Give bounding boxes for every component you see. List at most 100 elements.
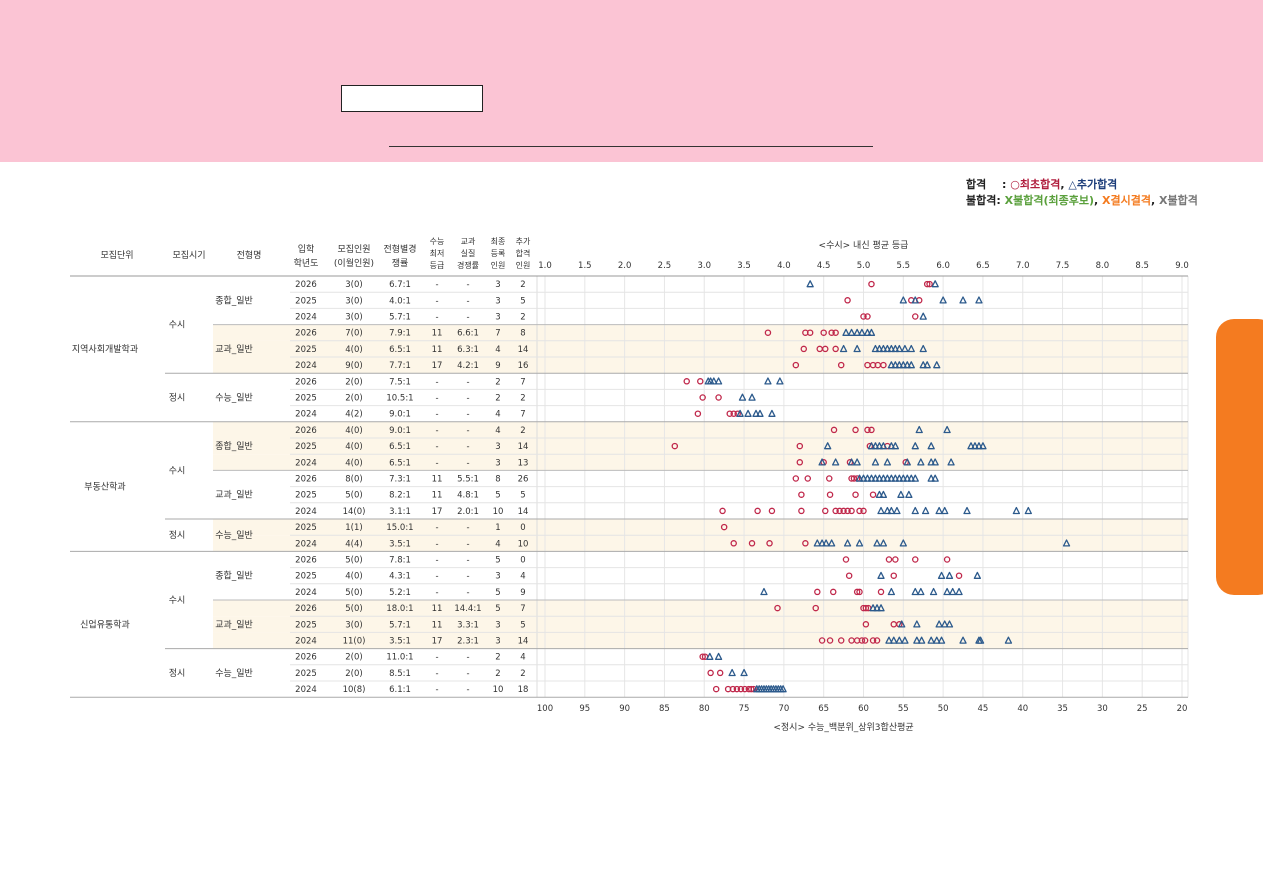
- top-axis-tick: 4.5: [817, 261, 831, 271]
- table-cell: 4.2:1: [457, 361, 479, 371]
- table-cell: 4: [520, 572, 525, 582]
- table-cell: -: [466, 669, 469, 679]
- first-pass-marker: [768, 507, 776, 515]
- table-cell: 7.3:1: [389, 475, 411, 485]
- bottom-axis-tick: 25: [1137, 704, 1148, 714]
- table-cell: 2026: [295, 377, 317, 387]
- added-pass-marker: [744, 409, 752, 417]
- added-pass-marker: [806, 280, 814, 288]
- added-pass-marker: [706, 652, 714, 660]
- table-cell: -: [466, 523, 469, 533]
- table-cell: -: [435, 458, 438, 468]
- first-pass-marker: [798, 507, 805, 515]
- table-cell: 11: [432, 491, 443, 501]
- table-cell: 2024: [295, 410, 317, 420]
- table-cell: 9.0:1: [389, 410, 411, 420]
- table-cell: 2(0): [345, 394, 362, 404]
- table-cell: 2: [495, 377, 500, 387]
- table-cell: 2: [495, 394, 500, 404]
- added-pass-marker: [714, 652, 723, 660]
- track-name: 교과_일반: [215, 619, 253, 630]
- table-cell: -: [435, 588, 438, 598]
- bottom-axis-tick: 60: [858, 704, 869, 714]
- track-name: 수능_일반: [215, 668, 253, 679]
- table-cell: 2024: [295, 685, 317, 695]
- table-cell: 6.7:1: [389, 280, 411, 290]
- table-cell: -: [466, 426, 469, 436]
- added-pass-marker: [728, 668, 736, 677]
- first-pass-marker: [892, 556, 899, 563]
- first-pass-marker: [683, 378, 690, 385]
- added-pass-marker: [748, 393, 756, 401]
- table-cell: 7.5:1: [389, 377, 411, 387]
- table-cell: 2024: [295, 507, 317, 517]
- admission-period: 정시: [169, 393, 186, 404]
- table-cell: 2025: [295, 620, 317, 630]
- table-cell: 2025: [295, 345, 317, 355]
- table-cell: 9: [495, 361, 500, 371]
- first-pass-marker: [955, 572, 963, 579]
- table-cell: 4(2): [345, 410, 362, 420]
- table-cell: 7(0): [345, 329, 362, 339]
- top-axis-tick: 5.5: [897, 261, 911, 271]
- top-axis-tick: 2.0: [618, 261, 632, 271]
- table-cell: 8(0): [345, 475, 362, 485]
- table-cell: 2(0): [345, 377, 362, 387]
- table-cell: -: [435, 523, 438, 533]
- table-cell: 2.0:1: [457, 507, 479, 517]
- column-header: 추가 합격 인원: [516, 237, 531, 270]
- table-cell: 3(0): [345, 313, 362, 323]
- column-header: 모집인원 (이월인원): [334, 243, 374, 269]
- top-axis-tick: 1.5: [578, 261, 592, 271]
- table-cell: 2: [495, 653, 500, 663]
- table-cell: 14: [518, 345, 529, 355]
- column-header: 전형별경 쟁률: [383, 243, 416, 269]
- table-cell: -: [435, 685, 438, 695]
- table-cell: -: [466, 458, 469, 468]
- table-cell: -: [435, 426, 438, 436]
- admission-period: 수시: [169, 595, 186, 606]
- table-cell: 4(0): [345, 442, 362, 452]
- column-header: 전형명: [237, 250, 262, 261]
- added-pass-marker: [764, 377, 772, 385]
- table-cell: -: [466, 539, 469, 549]
- added-pass-marker: [935, 506, 943, 515]
- table-cell: 6.6:1: [457, 329, 479, 339]
- top-axis-tick: 1.0: [538, 261, 552, 271]
- table-cell: 6.3:1: [457, 345, 479, 355]
- bottom-axis-tick: 45: [978, 704, 989, 714]
- first-pass-marker: [842, 556, 850, 563]
- column-header: 교과 실질 경쟁률: [457, 237, 479, 270]
- first-pass-marker: [716, 669, 724, 677]
- top-axis-tick: 3.0: [697, 261, 711, 271]
- table-cell: -: [466, 410, 469, 420]
- added-pass-marker: [760, 587, 768, 596]
- track-name: 수능_일반: [215, 530, 253, 541]
- table-cell: 5: [520, 620, 525, 630]
- table-cell: 4: [495, 345, 500, 355]
- first-pass-marker: [715, 394, 722, 401]
- table-cell: -: [435, 572, 438, 582]
- table-cell: 3: [495, 296, 500, 306]
- top-axis-tick: 6.0: [936, 261, 950, 271]
- added-pass-marker: [877, 506, 885, 515]
- table-cell: 0: [520, 556, 525, 566]
- first-pass-marker: [754, 507, 761, 515]
- first-pass-marker: [845, 572, 853, 579]
- table-cell: 9(0): [345, 361, 362, 371]
- table-cell: 26: [518, 475, 529, 485]
- table-cell: -: [466, 685, 469, 695]
- table-cell: 2026: [295, 475, 317, 485]
- top-axis-tick: 4.0: [777, 261, 791, 271]
- table-cell: 2(0): [345, 653, 362, 663]
- top-axis-title: <수시> 내신 평균 등급: [819, 240, 909, 251]
- added-pass-marker: [941, 506, 949, 515]
- table-cell: 9.0:1: [389, 426, 411, 436]
- added-pass-marker: [929, 587, 938, 596]
- table-cell: 7.7:1: [389, 361, 411, 371]
- added-pass-marker: [738, 393, 747, 401]
- table-cell: 5.7:1: [389, 620, 411, 630]
- added-pass-marker: [887, 587, 896, 596]
- bottom-axis-tick: 55: [898, 704, 909, 714]
- bottom-axis-tick: 80: [699, 704, 710, 714]
